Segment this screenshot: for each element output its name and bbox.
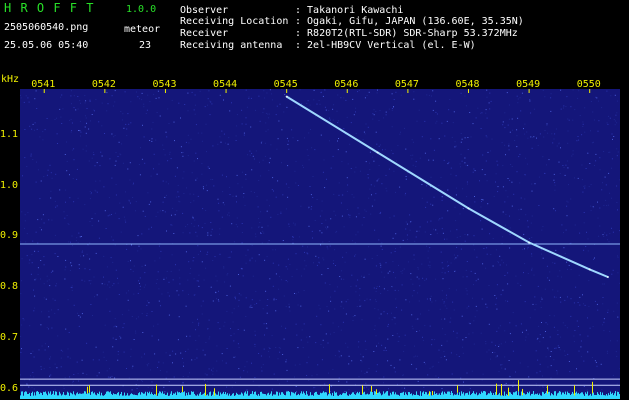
y-tick-label: 1.0: [0, 179, 19, 191]
antenna-label: Receiving antenna: [180, 40, 283, 51]
antenna-value: : 2el-HB9CV Vertical (el. E-W): [295, 40, 476, 51]
datetime: 25.05.06 05:40: [4, 40, 89, 51]
baseline-noise-band: [20, 380, 620, 399]
spectrogram-svg: [20, 89, 620, 399]
observer-label: Observer: [180, 5, 229, 16]
trace-point: [467, 207, 470, 210]
y-tick-label: 0.9: [0, 230, 19, 242]
app-version: 1.0.0: [126, 4, 157, 15]
trace-point: [606, 276, 609, 278]
observer-value: : Takanori Kawachi: [295, 5, 404, 16]
receiver-label: Receiver: [180, 28, 229, 39]
file-name: 2505060540.png: [4, 22, 89, 33]
location-label: Receiving Location: [180, 16, 289, 27]
spectrogram-plot: [20, 89, 620, 399]
y-tick-label: 0.6: [0, 382, 19, 394]
location-value: : Ogaki, Gifu, JAPAN (136.60E, 35.35N): [295, 16, 524, 27]
y-tick-label: 0.7: [0, 332, 19, 344]
trace-point: [528, 241, 531, 244]
meteor-label: meteor: [124, 24, 161, 35]
y-tick-label: 1.1: [0, 128, 19, 140]
receiver-value: : R820T2(RTL-SDR) SDR-Sharp 53.372MHz: [295, 28, 518, 39]
meteor-count: 23: [139, 40, 152, 51]
y-axis-unit: kHz: [1, 74, 20, 85]
trace-point: [285, 95, 288, 98]
y-tick-label: 0.8: [0, 281, 19, 293]
trace-point: [376, 151, 379, 154]
trace-point: [588, 268, 591, 271]
app-title: H R O F F T: [4, 1, 95, 15]
